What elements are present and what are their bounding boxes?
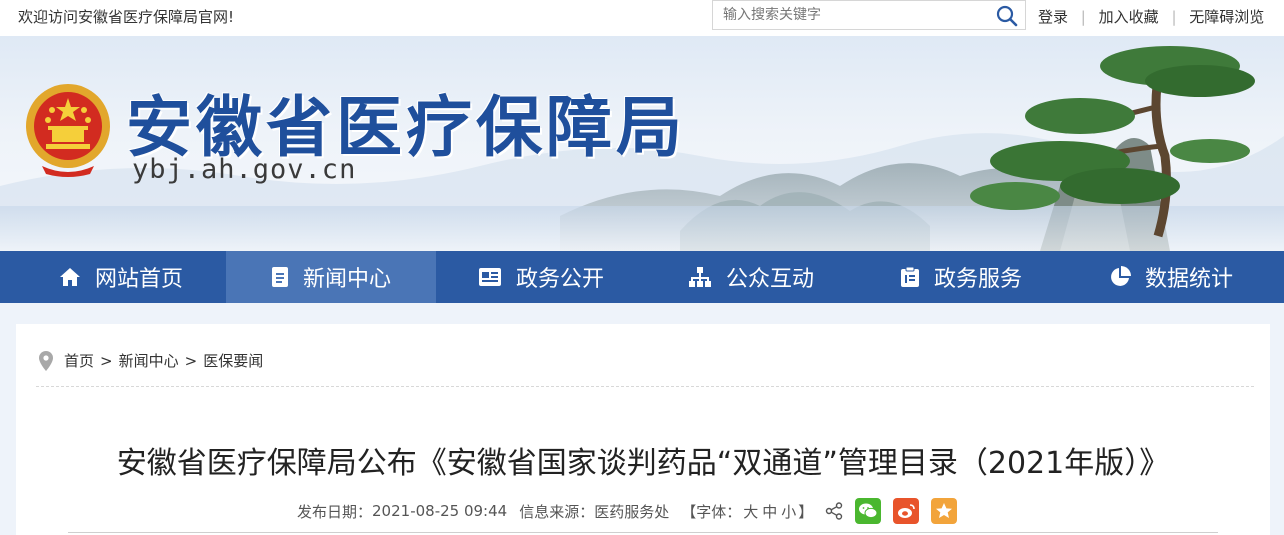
publish-date: 2021-08-25 09:44 xyxy=(372,502,508,520)
share-icon[interactable] xyxy=(825,502,843,520)
nav-item-label: 数据统计 xyxy=(1144,267,1233,292)
nav-item-news[interactable]: 新闻中心 xyxy=(226,251,436,303)
newspaper-icon xyxy=(478,268,501,286)
breadcrumb-home[interactable]: 首页 xyxy=(64,350,94,371)
article-panel: 首页 > 新闻中心 > 医保要闻 安徽省医疗保障局公布《安徽省国家谈判药品“双通… xyxy=(16,324,1270,535)
info-source: 医药服务处 xyxy=(594,502,670,521)
divider xyxy=(36,386,1254,387)
header-banner: 安徽省医疗保障局 ybj.ah.gov.cn xyxy=(0,36,1284,251)
nav-item-home[interactable]: 网站首页 xyxy=(16,251,226,303)
org-chart-icon xyxy=(688,267,711,287)
top-links: 登录 | 加入收藏 | 无障碍浏览 xyxy=(1038,0,1264,34)
search-input[interactable] xyxy=(723,1,983,29)
font-size-control: 【字体：大中小】 xyxy=(681,501,813,522)
nav-item-public-interaction[interactable]: 公众互动 xyxy=(646,251,856,303)
divider: | xyxy=(1171,8,1177,26)
favorite-star-icon[interactable] xyxy=(931,498,958,524)
clipboard-icon xyxy=(900,266,919,287)
nav-item-statistics[interactable]: 数据统计 xyxy=(1066,251,1276,303)
breadcrumb: 首页 > 新闻中心 > 医保要闻 xyxy=(38,350,263,371)
nav-item-label: 新闻中心 xyxy=(302,267,391,292)
search-box xyxy=(712,0,1026,30)
accessibility-link[interactable]: 无障碍浏览 xyxy=(1189,8,1264,26)
location-pin-icon xyxy=(39,350,53,371)
breadcrumb-medical-news[interactable]: 医保要闻 xyxy=(203,350,263,371)
add-favorite-link[interactable]: 加入收藏 xyxy=(1099,8,1159,26)
source-label: 信息来源： xyxy=(519,502,595,521)
divider xyxy=(68,532,1218,533)
font-size-small[interactable]: 小 xyxy=(781,503,796,521)
welcome-text: 欢迎访问安徽省医疗保障局官网! xyxy=(18,8,235,26)
nav-item-government-services[interactable]: 政务服务 xyxy=(856,251,1066,303)
main-nav: 网站首页 新闻中心 政务公开 公众互动 政务服务 数据统计 xyxy=(0,251,1284,303)
font-size-close: 】 xyxy=(798,502,814,521)
home-icon xyxy=(59,268,80,286)
breadcrumb-separator: > xyxy=(184,351,198,370)
nav-item-government-affairs[interactable]: 政务公开 xyxy=(436,251,646,303)
document-icon xyxy=(271,267,288,287)
login-link[interactable]: 登录 xyxy=(1038,8,1068,26)
font-size-medium[interactable]: 中 xyxy=(762,503,777,521)
national-emblem-icon xyxy=(26,84,110,177)
breadcrumb-news-center[interactable]: 新闻中心 xyxy=(119,350,179,371)
nav-item-label: 政务服务 xyxy=(933,267,1022,292)
wechat-share-icon[interactable] xyxy=(855,498,882,524)
nav-item-label: 政务公开 xyxy=(515,267,604,292)
divider: | xyxy=(1080,8,1086,26)
pie-chart-icon xyxy=(1111,266,1131,286)
font-size-label: 【字体： xyxy=(681,502,742,521)
nav-item-label: 网站首页 xyxy=(94,267,183,292)
article-title: 安徽省医疗保障局公布《安徽省国家谈判药品“双通道”管理目录（2021年版）》 xyxy=(116,446,1170,481)
date-label: 发布日期： xyxy=(297,502,373,521)
font-size-large[interactable]: 大 xyxy=(743,503,758,521)
article-meta: 发布日期： 2021-08-25 09:44 信息来源： 医药服务处 【字体：大… xyxy=(297,498,958,524)
top-bar: 欢迎访问安徽省医疗保障局官网! 登录 | 加入收藏 | 无障碍浏览 xyxy=(0,0,1284,37)
search-icon[interactable] xyxy=(995,4,1019,28)
breadcrumb-separator: > xyxy=(100,351,113,370)
nav-item-label: 公众互动 xyxy=(725,267,814,292)
site-url: ybj.ah.gov.cn xyxy=(132,154,357,185)
weibo-share-icon[interactable] xyxy=(893,498,920,524)
